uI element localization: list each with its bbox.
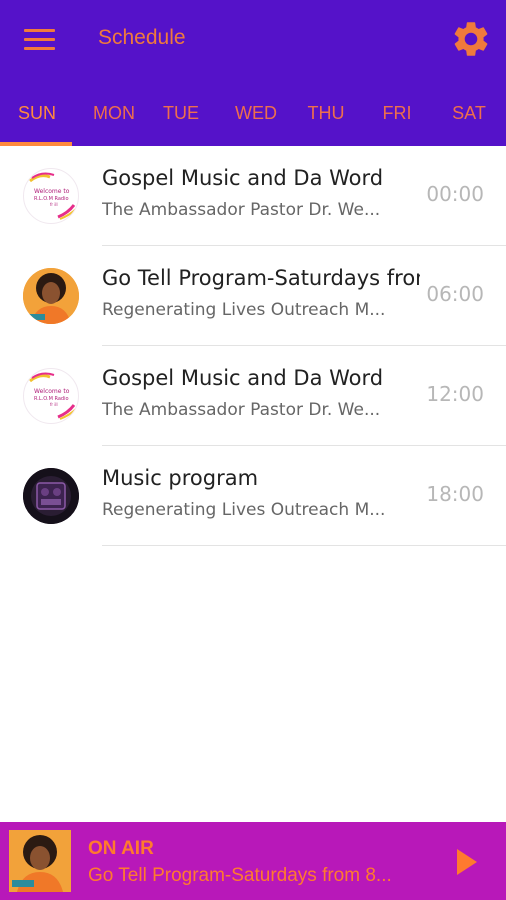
svg-text:Welcome to: Welcome to — [34, 388, 70, 395]
tab-tue[interactable]: TUE — [145, 90, 217, 146]
now-playing-title: Go Tell Program-Saturdays from 8... — [88, 865, 392, 886]
svg-text:Welcome to: Welcome to — [34, 188, 70, 195]
host-portrait-image — [23, 268, 79, 324]
svg-text:fr ill: fr ill — [50, 202, 58, 207]
now-playing-artwork — [9, 830, 71, 892]
program-host: The Ambassador Pastor Dr. We... — [102, 400, 381, 420]
gear-icon[interactable] — [450, 18, 492, 60]
list-item[interactable]: Music program Regenerating Lives Outreac… — [0, 446, 506, 546]
list-item[interactable]: Welcome to R.L.O.M Radio fr ill Gospel M… — [0, 146, 506, 246]
app-screen: Schedule SUN MON TUE WED THU FRI SAT Wel… — [0, 0, 506, 900]
list-item[interactable]: Welcome to R.L.O.M Radio fr ill Gospel M… — [0, 346, 506, 446]
program-title: Go Tell Program-Saturdays from 8 — [102, 266, 420, 290]
now-playing-bar[interactable]: ON AIR Go Tell Program-Saturdays from 8.… — [0, 822, 506, 900]
program-time: 00:00 — [426, 182, 484, 206]
tab-mon[interactable]: MON — [78, 90, 150, 146]
tab-fri[interactable]: FRI — [361, 90, 433, 146]
program-time: 12:00 — [426, 382, 484, 406]
program-host: Regenerating Lives Outreach M... — [102, 300, 386, 320]
tab-sun[interactable]: SUN — [1, 90, 73, 146]
program-title: Gospel Music and Da Word — [102, 366, 384, 390]
program-time: 06:00 — [426, 282, 484, 306]
svg-text:fr ill: fr ill — [50, 402, 58, 407]
list-item[interactable]: Go Tell Program-Saturdays from 8 Regener… — [0, 246, 506, 346]
divider — [102, 545, 506, 546]
schedule-list: Welcome to R.L.O.M Radio fr ill Gospel M… — [0, 146, 506, 546]
tab-wed[interactable]: WED — [220, 90, 292, 146]
program-time: 18:00 — [426, 482, 484, 506]
program-title: Music program — [102, 466, 259, 490]
program-title: Gospel Music and Da Word — [102, 166, 384, 190]
app-bar: Schedule SUN MON TUE WED THU FRI SAT — [0, 0, 506, 146]
hamburger-menu-icon[interactable] — [24, 28, 56, 52]
day-tabs: SUN MON TUE WED THU FRI SAT — [0, 90, 506, 146]
welcome-logo-image: Welcome to R.L.O.M Radio fr ill — [23, 368, 79, 424]
tab-sat[interactable]: SAT — [433, 90, 505, 146]
on-air-label: ON AIR — [88, 838, 154, 859]
music-program-logo-image — [23, 468, 79, 524]
play-icon[interactable] — [446, 842, 486, 882]
welcome-logo-image: Welcome to R.L.O.M Radio fr ill — [23, 168, 79, 224]
program-host: The Ambassador Pastor Dr. We... — [102, 200, 381, 220]
program-host: Regenerating Lives Outreach M... — [102, 500, 386, 520]
tab-thu[interactable]: THU — [290, 90, 362, 146]
page-title: Schedule — [98, 26, 186, 49]
